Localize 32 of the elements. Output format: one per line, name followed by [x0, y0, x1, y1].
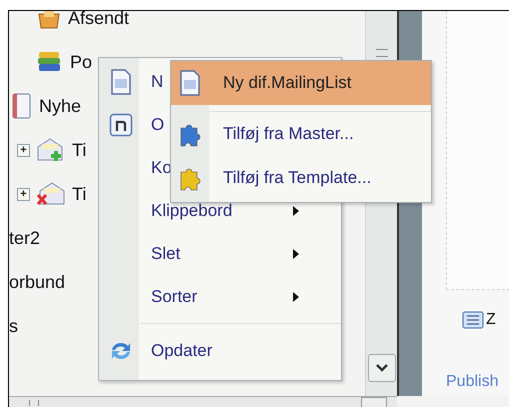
submenu-item[interactable]: Tilføj fra Template...: [171, 156, 431, 200]
expand-toggle[interactable]: +: [17, 188, 30, 200]
menu-item[interactable]: N: [151, 72, 164, 92]
expand-toggle[interactable]: +: [17, 144, 30, 156]
n-letter-icon: [109, 112, 133, 136]
horizontal-scrollbar[interactable]: [9, 396, 397, 407]
document-icon: [179, 70, 201, 96]
tree-item[interactable]: Ti: [72, 184, 86, 204]
tree-item[interactable]: s: [9, 316, 18, 336]
tree-item[interactable]: orbund: [9, 272, 66, 292]
tree-item[interactable]: ter2: [9, 228, 40, 248]
menu-item[interactable]: Klippebord: [151, 200, 232, 220]
publish-link[interactable]: Publish: [446, 373, 509, 391]
list-icon: [462, 311, 484, 329]
zoom-button[interactable]: Z: [462, 311, 509, 329]
scroll-grip-icon: [29, 400, 39, 406]
submenu-item[interactable]: Ny dif.MailingList: [171, 61, 431, 105]
tree-item[interactable]: Po: [70, 52, 92, 72]
folder-icon: [36, 11, 62, 30]
chevron-down-icon: [374, 363, 388, 373]
menu-item[interactable]: Opdater: [151, 340, 212, 360]
tree-item[interactable]: Nyhe: [39, 96, 82, 116]
envelope-x-icon: [36, 181, 66, 207]
scroll-down-button[interactable]: [368, 354, 396, 382]
menu-item[interactable]: O: [151, 114, 164, 134]
tree-item[interactable]: Ti: [72, 140, 86, 160]
scroll-grip-icon: [376, 49, 388, 57]
menu-item[interactable]: Sorter: [151, 286, 198, 306]
menu-item[interactable]: Slet: [151, 244, 180, 264]
scroll-right-button[interactable]: [361, 396, 387, 407]
submenu-item[interactable]: Tilføj fra Master...: [171, 112, 431, 156]
document-icon: [110, 68, 132, 94]
